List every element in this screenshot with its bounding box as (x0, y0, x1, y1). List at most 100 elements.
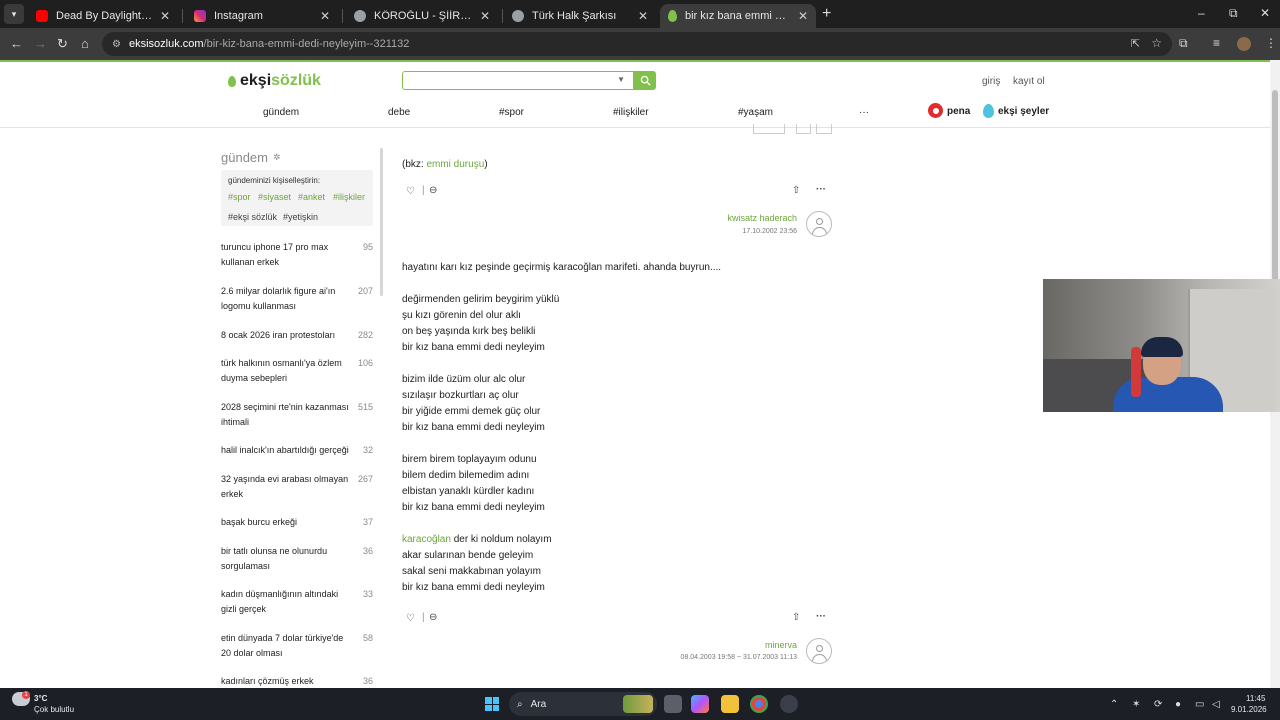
back-icon[interactable]: ← (10, 36, 23, 51)
search-input[interactable]: ▼ (402, 71, 634, 90)
eksi-seyler-link[interactable]: ekşi şeyler (998, 106, 1049, 117)
tag-eksi-sozluk[interactable]: #ekşi sözlük (228, 212, 277, 222)
nav-gundem[interactable]: gündem (263, 107, 299, 118)
close-icon[interactable]: ✕ (480, 9, 490, 23)
microphone-icon[interactable]: ● (1175, 699, 1181, 710)
entry-line: karacoğlan der ki noldum nolayım (402, 534, 552, 545)
author-avatar[interactable] (806, 638, 832, 664)
entry-line: hayatını karı kız peşinde geçirmiş karac… (402, 262, 722, 273)
topic-item[interactable]: 8 ocak 2026 iran protestoları 282 (221, 328, 376, 343)
instagram-icon (194, 10, 206, 22)
topic-item[interactable]: 2028 seçimini rte'nin kazanması ihtimali… (221, 400, 376, 430)
network-icon[interactable]: ▭ (1195, 699, 1204, 710)
close-icon[interactable]: ✕ (638, 9, 648, 23)
more-icon[interactable]: ··· (816, 611, 826, 622)
bkz-link[interactable]: emmi duruşu (426, 159, 484, 170)
weather-temp[interactable]: 3°C (34, 694, 47, 703)
author-avatar[interactable] (806, 211, 832, 237)
tab-instagram[interactable]: Instagram ✕ (186, 4, 338, 28)
login-link[interactable]: giriş (982, 76, 1000, 87)
tab-turk-halk[interactable]: Türk Halk Şarkısı ✕ (504, 4, 656, 28)
share-icon[interactable]: ⇧ (792, 185, 800, 196)
taskbar-search[interactable]: ⌕ Ara (509, 692, 657, 716)
maximize-button[interactable]: ⧉ (1229, 6, 1238, 21)
search-button[interactable] (634, 71, 656, 90)
tab-youtube[interactable]: Dead By Daylight Michael Myers ✕ (28, 4, 178, 28)
chevron-up-icon[interactable]: ⌃ (1110, 699, 1118, 710)
chevron-down-icon[interactable]: ▼ (617, 75, 625, 84)
tag-yetiskin[interactable]: #yetişkin (283, 212, 318, 222)
topic-item[interactable]: türk halkının osmanlı'ya özlem duyma seb… (221, 356, 376, 386)
entry-line: şu kızı görenin del olur aklı (402, 310, 521, 321)
page-select[interactable] (753, 124, 785, 134)
new-tab-button[interactable]: + (822, 5, 831, 23)
tag-siyaset[interactable]: #siyaset (258, 192, 291, 202)
profile-avatar[interactable] (1237, 37, 1251, 51)
next-page-button[interactable] (816, 124, 832, 134)
file-explorer-icon[interactable] (721, 695, 739, 713)
entry-date[interactable]: 08.04.2003 19:58 ~ 31.07.2003 11:13 (637, 654, 797, 661)
topic-item[interactable]: başak burcu erkeği 37 (221, 515, 376, 530)
clock-time[interactable]: 11:45 (1246, 694, 1265, 703)
forward-icon[interactable]: → (34, 36, 47, 51)
gear-icon[interactable]: ✲ (273, 152, 281, 163)
sync-icon[interactable]: ⟳ (1154, 699, 1162, 710)
nav-more[interactable]: ··· (859, 107, 869, 118)
chrome-icon[interactable] (750, 695, 768, 713)
tag-anket[interactable]: #anket (298, 192, 325, 202)
reload-icon[interactable]: ↻ (57, 36, 68, 52)
heart-icon[interactable]: ♡ (406, 186, 415, 197)
minus-icon[interactable]: ⊖ (429, 612, 437, 623)
sidebar-scrollbar[interactable] (380, 148, 383, 296)
tag-iliskiler[interactable]: #ilişkiler (333, 192, 365, 202)
more-icon[interactable]: ··· (816, 184, 826, 195)
bluetooth-off-icon[interactable]: ✶ (1132, 699, 1140, 710)
tab-search-chevron-icon[interactable]: ▾ (4, 4, 24, 24)
close-icon[interactable]: ✕ (160, 9, 170, 23)
home-icon[interactable]: ⌂ (81, 36, 89, 51)
close-icon[interactable]: ✕ (320, 9, 330, 23)
register-link[interactable]: kayıt ol (1013, 76, 1045, 87)
nav-yasam[interactable]: #yaşam (738, 107, 773, 118)
close-window-button[interactable]: ✕ (1260, 6, 1270, 20)
pena-link[interactable]: pena (947, 106, 970, 117)
app-icon[interactable] (780, 695, 798, 713)
share-icon[interactable]: ⇧ (792, 612, 800, 623)
topic-item[interactable]: kadınları çözmüş erkek 36 (221, 674, 376, 688)
karacoglan-link[interactable]: karacoğlan (402, 534, 451, 545)
topic-item[interactable]: 2.6 milyar dolarlık figure ai'ın logomu … (221, 284, 376, 314)
minus-icon[interactable]: ⊖ (429, 185, 437, 196)
entry-date[interactable]: 17.10.2002 23:56 (697, 228, 798, 235)
topic-item[interactable]: etin dünyada 7 dolar türkiye'de 20 dolar… (221, 631, 376, 661)
topic-item[interactable]: halil inalcık'ın abartıldığı gerçeği 32 (221, 443, 376, 458)
windows-start-icon[interactable] (485, 697, 499, 711)
entry-author[interactable]: kwisatz haderach (702, 213, 797, 223)
entry-author[interactable]: minerva (702, 640, 797, 650)
tag-spor[interactable]: #spor (228, 192, 251, 202)
topic-item[interactable]: turuncu iphone 17 pro max kullanan erkek… (221, 240, 376, 270)
clock-date[interactable]: 9.01.2026 (1231, 705, 1267, 714)
task-view-icon[interactable] (664, 695, 682, 713)
extensions-icon[interactable]: ⧉ (1179, 36, 1188, 51)
tab-koroglu[interactable]: KÖROĞLU - ŞİİR PARKI ✕ (346, 4, 498, 28)
menu-kebab-icon[interactable]: ⋮ (1265, 36, 1277, 50)
url-input[interactable]: ⚙ eksisozluk.com/bir-kiz-bana-emmi-dedi-… (102, 32, 1172, 56)
topic-item[interactable]: kadın düşmanlığının altındaki gizli gerç… (221, 587, 376, 617)
topic-item[interactable]: bir tatlı olunsa ne olunurdu sorgulaması… (221, 544, 376, 574)
nav-iliskiler[interactable]: #ilişkiler (613, 107, 649, 118)
topic-item[interactable]: 32 yaşında evi arabası olmayan erkek 267 (221, 472, 376, 502)
weather-text[interactable]: Çok bulutlu (34, 705, 74, 714)
nav-debe[interactable]: debe (388, 107, 410, 118)
bookmark-star-icon[interactable]: ☆ (1151, 36, 1162, 50)
heart-icon[interactable]: ♡ (406, 613, 415, 624)
reading-list-icon[interactable]: ≡ (1213, 36, 1220, 50)
volume-icon[interactable]: ◁ (1212, 699, 1220, 710)
nav-spor[interactable]: #spor (499, 107, 524, 118)
minimize-button[interactable]: – (1198, 6, 1205, 20)
copilot-icon[interactable] (691, 695, 709, 713)
install-app-icon[interactable]: ⇱ (1131, 37, 1140, 50)
close-icon[interactable]: ✕ (798, 9, 808, 23)
site-logo[interactable]: ekşi sözlük (228, 72, 321, 90)
tab-active-eksi[interactable]: bir kız bana emmi dedi neyleyim ✕ (660, 4, 816, 28)
site-info-icon[interactable]: ⚙ (112, 39, 121, 50)
